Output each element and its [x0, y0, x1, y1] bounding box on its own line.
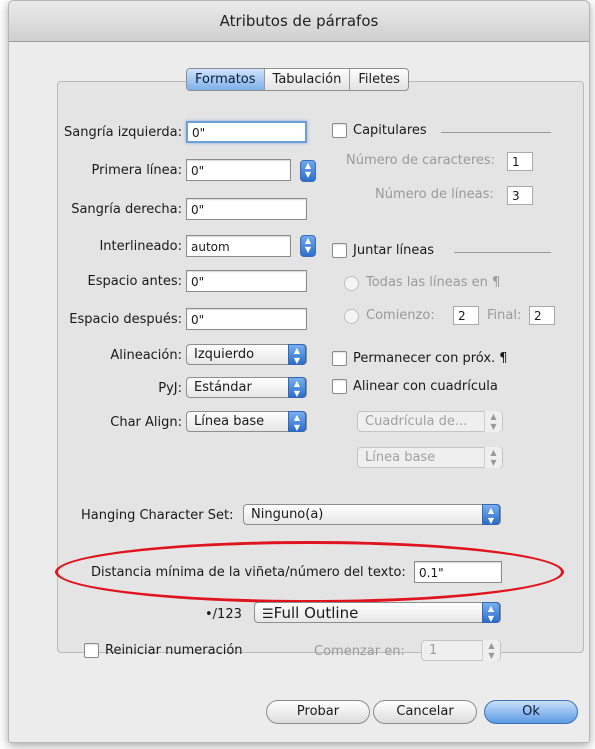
- pyj-value: Estándar: [194, 380, 252, 395]
- sangria-derecha-field[interactable]: 0": [186, 198, 307, 220]
- permanecer-label: Permanecer con próx. ¶: [353, 351, 508, 366]
- final-field[interactable]: 2: [529, 306, 555, 325]
- distancia-label: Distancia mínima de la viñeta/número del…: [91, 565, 406, 580]
- ok-button[interactable]: Ok: [484, 700, 578, 724]
- final-label: Final:: [487, 308, 522, 323]
- hanging-popup[interactable]: Ninguno(a) ▲ ▼: [243, 504, 501, 525]
- probar-button[interactable]: Probar: [266, 700, 370, 724]
- alinear-cuadricula-checkbox[interactable]: [332, 379, 347, 394]
- comienzo-radio[interactable]: [344, 309, 359, 324]
- num-caracteres-label: Número de caracteres:: [346, 153, 496, 168]
- interlineado-stepper[interactable]: ▲ ▼: [300, 235, 316, 257]
- list-icon: ☰: [262, 607, 274, 622]
- linea-base-value: Línea base: [365, 450, 436, 465]
- comienzo-label: Comienzo:: [366, 308, 435, 323]
- char-align-label: Char Align:: [110, 415, 182, 430]
- espacio-antes-field[interactable]: 0": [186, 270, 307, 292]
- hanging-label: Hanging Character Set:: [81, 508, 234, 523]
- comenzar-value: 1: [429, 643, 438, 658]
- reiniciar-label: Reiniciar numeración: [105, 643, 243, 658]
- comenzar-label: Comenzar en:: [314, 644, 405, 659]
- popup-arrows-icon: ▲ ▼: [288, 411, 306, 432]
- num-lineas-field[interactable]: 3: [507, 186, 533, 205]
- juntar-lineas-divider: [454, 252, 551, 253]
- alineacion-popup[interactable]: Izquierdo ▲ ▼: [186, 344, 307, 365]
- sangria-izquierda-label: Sangría izquierda:: [63, 125, 182, 140]
- espacio-antes-label: Espacio antes:: [87, 274, 182, 289]
- hanging-value: Ninguno(a): [251, 507, 324, 522]
- cuadricula-popup[interactable]: Cuadrícula de... ▲ ▼: [357, 411, 503, 432]
- reiniciar-checkbox[interactable]: [84, 643, 99, 658]
- capitulares-checkbox[interactable]: [332, 123, 347, 138]
- window-title: Atributos de párrafos: [9, 1, 589, 42]
- primera-linea-label: Primera línea:: [91, 163, 182, 178]
- popup-arrows-icon: ▲ ▼: [484, 447, 502, 468]
- bullets-label: •/123: [205, 607, 242, 622]
- num-caracteres-field[interactable]: 1: [507, 152, 533, 171]
- tab-tabulacion[interactable]: Tabulación: [265, 69, 351, 90]
- sangria-derecha-label: Sangría derecha:: [71, 202, 182, 217]
- primera-linea-field[interactable]: 0": [186, 159, 291, 181]
- dialog-window: Atributos de párrafos Formatos Tabulació…: [8, 0, 590, 743]
- interlineado-label: Interlineado:: [99, 239, 182, 254]
- todas-lineas-radio[interactable]: [344, 276, 359, 291]
- bullets-popup[interactable]: ☰Full Outline ▲ ▼: [254, 602, 501, 623]
- espacio-despues-label: Espacio después:: [69, 312, 182, 327]
- pyj-popup[interactable]: Estándar ▲ ▼: [186, 377, 307, 398]
- alinear-cuadricula-label: Alinear con cuadrícula: [353, 379, 498, 394]
- sangria-izquierda-field[interactable]: 0": [186, 121, 307, 143]
- interlineado-field[interactable]: autom: [186, 235, 291, 257]
- tab-bar: Formatos Tabulación Filetes: [186, 68, 409, 91]
- linea-base-popup[interactable]: Línea base ▲ ▼: [357, 447, 503, 468]
- juntar-lineas-label: Juntar líneas: [353, 243, 435, 258]
- capitulares-label: Capitulares: [353, 123, 427, 138]
- char-align-value: Línea base: [194, 414, 265, 429]
- popup-arrows-icon: ▲ ▼: [482, 602, 500, 623]
- alineacion-value: Izquierdo: [194, 347, 255, 362]
- primera-linea-stepper[interactable]: ▲ ▼: [300, 160, 316, 182]
- cuadricula-value: Cuadrícula de...: [365, 414, 468, 429]
- char-align-popup[interactable]: Línea base ▲ ▼: [186, 411, 307, 432]
- permanecer-checkbox[interactable]: [332, 351, 347, 366]
- bullets-value: Full Outline: [273, 604, 359, 622]
- pyj-label: PyJ:: [158, 381, 182, 396]
- distancia-field[interactable]: 0.1": [414, 561, 502, 583]
- popup-arrows-icon: ▲ ▼: [288, 344, 306, 365]
- popup-arrows-icon: ▲ ▼: [288, 377, 306, 398]
- juntar-lineas-checkbox[interactable]: [332, 243, 347, 258]
- popup-arrows-icon: ▲ ▼: [482, 504, 500, 525]
- todas-lineas-label: Todas las líneas en ¶: [366, 275, 501, 290]
- alineacion-label: Alineación:: [110, 348, 182, 363]
- tab-filetes[interactable]: Filetes: [350, 69, 408, 90]
- num-lineas-label: Número de líneas:: [375, 187, 494, 202]
- popup-arrows-icon: ▲ ▼: [482, 640, 500, 661]
- espacio-despues-field[interactable]: 0": [186, 308, 307, 330]
- tab-formatos[interactable]: Formatos: [187, 69, 265, 90]
- popup-arrows-icon: ▲ ▼: [484, 411, 502, 432]
- cancelar-button[interactable]: Cancelar: [373, 700, 477, 724]
- capitulares-divider: [441, 132, 551, 133]
- comienzo-field[interactable]: 2: [453, 306, 479, 325]
- comenzar-popup[interactable]: 1 ▲ ▼: [421, 640, 501, 661]
